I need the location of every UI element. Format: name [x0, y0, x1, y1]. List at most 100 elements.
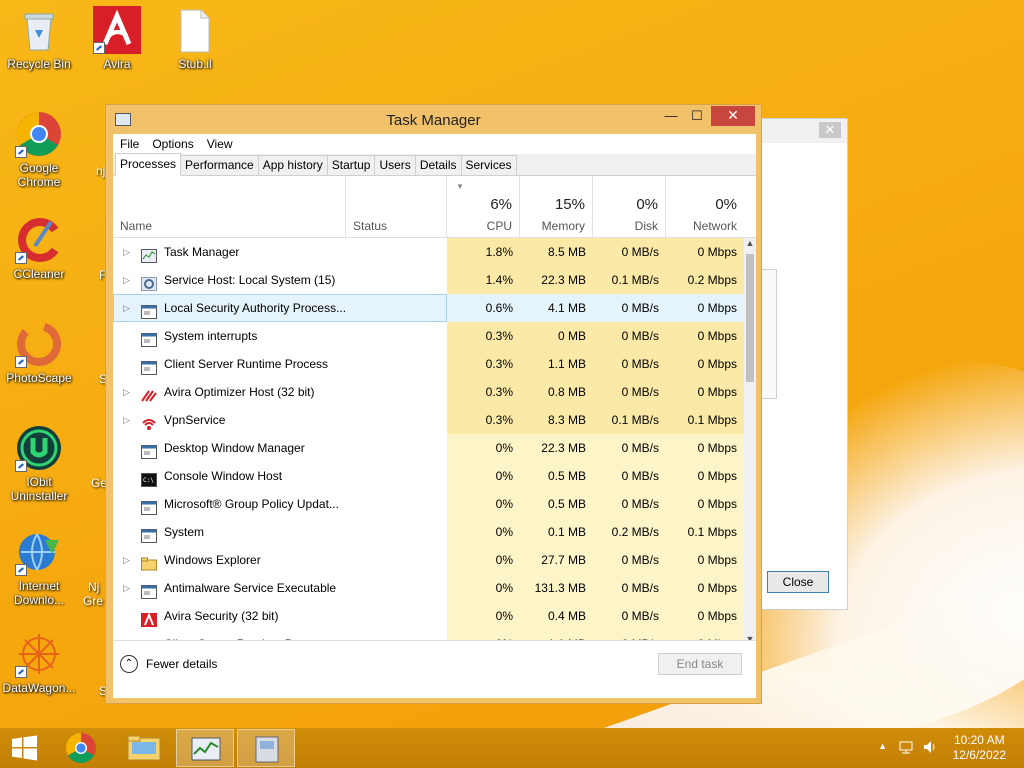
- clock[interactable]: 10:20 AM 12/6/2022: [953, 733, 1006, 763]
- desktop-icon-recycle-bin[interactable]: Recycle Bin: [1, 6, 77, 71]
- column-header-memory[interactable]: 15% Memory: [520, 176, 593, 238]
- process-name-cell[interactable]: Microsoft® Group Policy Updat...: [113, 490, 447, 518]
- table-row[interactable]: ▷ VpnService 0.3% 8.3 MB 0.1 MB/s 0.1 Mbps: [113, 406, 744, 434]
- expand-chevron-icon[interactable]: ▷: [123, 378, 133, 406]
- scrollbar-thumb[interactable]: [746, 254, 754, 382]
- window-icon: [141, 301, 157, 319]
- tab-app-history[interactable]: App history: [257, 155, 328, 175]
- table-row[interactable]: ▷ Local Security Authority Process... 0.6%…: [113, 294, 744, 322]
- background-dialog-close-button[interactable]: Close: [767, 571, 829, 593]
- cpu-value: 0.3%: [447, 350, 520, 378]
- disk-value: 0 MB/s: [593, 462, 666, 490]
- table-row[interactable]: ▷ Windows Explorer 0% 27.7 MB 0 MB/s 0 Mbps: [113, 546, 744, 574]
- menu-file[interactable]: File: [120, 137, 139, 151]
- process-name-cell[interactable]: Avira Security (32 bit): [113, 602, 447, 630]
- end-task-button[interactable]: End task: [658, 653, 742, 675]
- desktop-icon-ccleaner[interactable]: CCleaner: [1, 216, 77, 281]
- desktop-icon-label: Recycle Bin: [7, 57, 71, 71]
- show-hidden-icons-chevron-icon[interactable]: ▲: [878, 741, 887, 751]
- chevron-up-icon: ⌃: [120, 655, 138, 673]
- menu-options[interactable]: Options: [152, 137, 193, 151]
- desktop-icon-chrome[interactable]: Google Chrome: [1, 110, 77, 189]
- process-name: VpnService: [164, 413, 226, 427]
- table-row[interactable]: ▷ Task Manager 1.8% 8.5 MB 0 MB/s 0 Mbps: [113, 238, 744, 266]
- process-name-cell[interactable]: ▷ Avira Optimizer Host (32 bit): [113, 378, 447, 406]
- volume-icon[interactable]: [922, 739, 938, 755]
- task-manager-titlebar[interactable]: Task Manager — ☐ ✕: [106, 105, 761, 133]
- taskbar-chrome[interactable]: [54, 728, 112, 768]
- desktop-icon-stub[interactable]: Stub.il: [157, 6, 233, 71]
- window-icon: [141, 525, 157, 543]
- shortcut-arrow-icon: [93, 42, 105, 54]
- table-row[interactable]: System 0% 0.1 MB 0.2 MB/s 0.1 Mbps: [113, 518, 744, 546]
- background-dialog-close-icon[interactable]: ✕: [819, 122, 841, 138]
- cpu-value: 0%: [447, 602, 520, 630]
- expand-chevron-icon[interactable]: ▷: [123, 574, 133, 602]
- expand-chevron-icon[interactable]: ▷: [123, 238, 133, 266]
- process-name-cell[interactable]: System: [113, 518, 447, 546]
- table-row[interactable]: Client Server Runtime Process 0.3% 1.1 MB 0…: [113, 350, 744, 378]
- expand-chevron-icon[interactable]: ▷: [123, 294, 133, 322]
- desktop-icon-photoscape[interactable]: PhotoScape: [1, 320, 77, 385]
- column-header-disk[interactable]: 0% Disk: [593, 176, 666, 238]
- taskbar-installer-app[interactable]: [237, 729, 295, 767]
- table-row[interactable]: ▷ Service Host: Local System (15) 1.4% 22.3…: [113, 266, 744, 294]
- minimize-button[interactable]: —: [658, 106, 684, 126]
- cpu-value: 1.8%: [447, 238, 520, 266]
- expand-chevron-icon[interactable]: ▷: [123, 546, 133, 574]
- process-name-cell[interactable]: ▷ Windows Explorer: [113, 546, 447, 574]
- table-row[interactable]: ▷ Antimalware Service Executable 0% 131.3 M…: [113, 574, 744, 602]
- menu-view[interactable]: View: [207, 137, 233, 151]
- desktop-icon-datawagon[interactable]: DataWagon...: [1, 630, 77, 695]
- column-header-status[interactable]: Status: [346, 176, 447, 238]
- vertical-scrollbar[interactable]: ▲ ▼: [744, 238, 756, 648]
- memory-value: 0.8 MB: [520, 378, 593, 406]
- tab-details[interactable]: Details: [414, 155, 462, 175]
- table-row[interactable]: Microsoft® Group Policy Updat... 0% 0.5 MB…: [113, 490, 744, 518]
- cpu-value: 1.4%: [447, 266, 520, 294]
- network-icon[interactable]: [898, 739, 914, 755]
- table-row[interactable]: System interrupts 0.3% 0 MB 0 MB/s 0 Mbps: [113, 322, 744, 350]
- tab-users[interactable]: Users: [374, 155, 416, 175]
- process-name-cell[interactable]: Client Server Runtime Process: [113, 350, 447, 378]
- process-name-cell[interactable]: ▷ Antimalware Service Executable: [113, 574, 447, 602]
- tab-startup[interactable]: Startup: [326, 155, 376, 175]
- column-header-cpu[interactable]: ▼ 6% CPU: [447, 176, 520, 238]
- process-name-cell[interactable]: ▷ Task Manager: [113, 238, 447, 266]
- process-name-cell[interactable]: Desktop Window Manager: [113, 434, 447, 462]
- console-icon: C:\: [141, 469, 157, 487]
- process-name-cell[interactable]: ▷ VpnService: [113, 406, 447, 434]
- table-row[interactable]: Avira Security (32 bit) 0% 0.4 MB 0 MB/s 0 M…: [113, 602, 744, 630]
- network-value: 0 Mbps: [666, 322, 744, 350]
- desktop-icon-iobit-uninstaller[interactable]: IObit Uninstaller: [1, 424, 77, 503]
- maximize-button[interactable]: ☐: [684, 106, 710, 126]
- table-row[interactable]: C:\ Console Window Host 0% 0.5 MB 0 MB/s 0 Mb…: [113, 462, 744, 490]
- desktop-icon-avira[interactable]: Avira: [79, 6, 155, 71]
- process-name-cell[interactable]: System interrupts: [113, 322, 447, 350]
- expand-chevron-icon[interactable]: ▷: [123, 266, 133, 294]
- tab-services[interactable]: Services: [460, 155, 517, 175]
- close-button[interactable]: ✕: [711, 106, 755, 126]
- shortcut-arrow-icon: [15, 460, 27, 472]
- expand-chevron-icon[interactable]: ▷: [123, 406, 133, 434]
- column-header-name[interactable]: Name: [113, 176, 346, 238]
- disk-value: 0 MB/s: [593, 574, 666, 602]
- process-name-cell[interactable]: ▷ Local Security Authority Process...: [113, 294, 447, 322]
- column-header-network[interactable]: 0% Network: [666, 176, 744, 238]
- process-name-cell[interactable]: ▷ Service Host: Local System (15): [113, 266, 447, 294]
- desktop-icon-label: PhotoScape: [6, 371, 72, 385]
- start-button[interactable]: [0, 728, 58, 768]
- process-name-cell[interactable]: C:\ Console Window Host: [113, 462, 447, 490]
- network-value: 0 Mbps: [666, 490, 744, 518]
- table-header: Name Status ▼ 6% CPU 15% Memory 0% Disk: [113, 176, 756, 238]
- taskbar-task-manager[interactable]: [176, 729, 234, 767]
- scroll-up-arrow-icon[interactable]: ▲: [744, 238, 756, 252]
- taskbar-file-explorer[interactable]: [115, 728, 173, 768]
- table-row[interactable]: Desktop Window Manager 0% 22.3 MB 0 MB/s 0 M…: [113, 434, 744, 462]
- desktop-icon-label: Stub.il: [178, 57, 212, 71]
- tab-processes[interactable]: Processes: [115, 153, 182, 176]
- desktop-icon-internet-download-manager[interactable]: Internet Downlo...: [1, 528, 77, 607]
- table-row[interactable]: ▷ Avira Optimizer Host (32 bit) 0.3% 0.8 MB…: [113, 378, 744, 406]
- fewer-details-button[interactable]: ⌃ Fewer details: [120, 655, 217, 673]
- tab-performance[interactable]: Performance: [180, 155, 259, 175]
